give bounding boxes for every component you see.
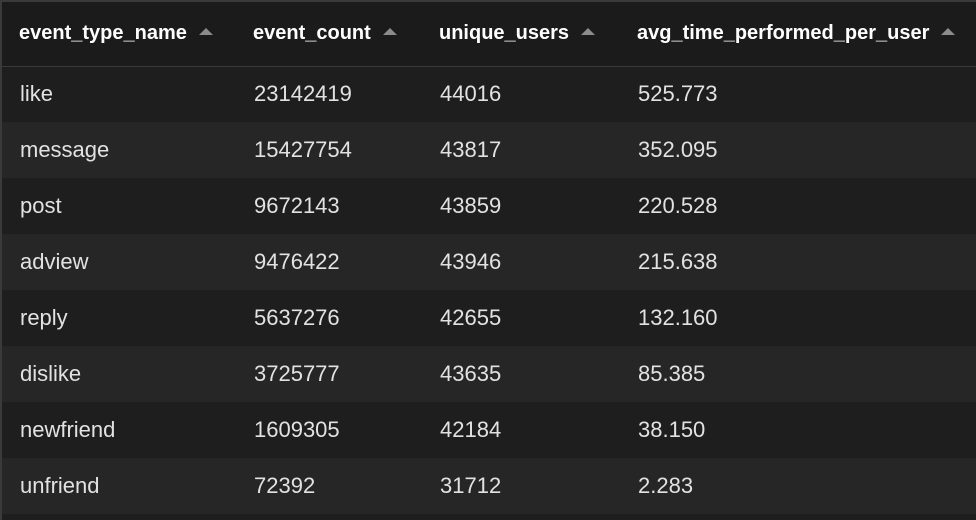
table-row: message 15427754 43817 352.095 (2, 122, 976, 178)
cell-unique-users: 42184 (440, 417, 502, 442)
cell-event-type-name: post (20, 193, 62, 218)
table-row: newfriend 1609305 42184 38.150 (2, 402, 976, 458)
column-header-unique-users[interactable]: unique_users (422, 2, 620, 66)
cell-event-type-name: newfriend (20, 417, 116, 442)
cell-avg-time: 220.528 (638, 193, 718, 218)
table-row: reply 5637276 42655 132.160 (2, 290, 976, 346)
table-body: like 23142419 44016 525.773 message 1542… (2, 66, 976, 514)
table-row: unfriend 72392 31712 2.283 (2, 458, 976, 514)
table-row: post 9672143 43859 220.528 (2, 178, 976, 234)
results-table: event_type_name event_count unique_users… (2, 2, 976, 514)
cell-unique-users: 42655 (440, 305, 502, 330)
cell-event-count: 9672143 (254, 193, 340, 218)
column-header-label: unique_users (439, 22, 570, 45)
results-table-container: event_type_name event_count unique_users… (0, 0, 976, 520)
cell-avg-time: 525.773 (638, 81, 718, 107)
column-header-label: event_count (253, 22, 371, 45)
cell-avg-time: 132.160 (638, 305, 718, 330)
column-header-avg-time-performed-per-user[interactable]: avg_time_performed_per_user (620, 2, 976, 66)
cell-event-count: 1609305 (254, 417, 340, 442)
cell-unique-users: 43817 (440, 137, 502, 162)
cell-unique-users: 31712 (440, 473, 502, 498)
table-row: like 23142419 44016 525.773 (2, 66, 976, 122)
cell-avg-time: 352.095 (638, 137, 718, 162)
table-row: adview 9476422 43946 215.638 (2, 234, 976, 290)
cell-event-type-name: dislike (20, 361, 82, 386)
cell-event-type-name: like (20, 81, 54, 107)
cell-event-type-name: adview (20, 249, 89, 274)
cell-avg-time: 85.385 (638, 361, 706, 386)
cell-avg-time: 215.638 (638, 249, 718, 274)
cell-event-count: 15427754 (254, 137, 352, 162)
cell-unique-users: 43946 (440, 249, 502, 274)
cell-event-type-name: message (20, 137, 110, 162)
cell-event-type-name: unfriend (20, 473, 100, 498)
sort-ascending-icon[interactable] (941, 28, 956, 36)
cell-event-count: 72392 (254, 473, 316, 498)
table-row: dislike 3725777 43635 85.385 (2, 346, 976, 402)
cell-avg-time: 38.150 (638, 417, 706, 442)
cell-event-count: 23142419 (254, 81, 352, 107)
column-header-label: avg_time_performed_per_user (637, 22, 930, 45)
cell-unique-users: 43859 (440, 193, 502, 218)
sort-ascending-icon[interactable] (198, 28, 213, 36)
table-header: event_type_name event_count unique_users… (2, 2, 976, 66)
sort-ascending-icon[interactable] (581, 28, 596, 36)
cell-unique-users: 44016 (440, 81, 502, 107)
header-row: event_type_name event_count unique_users… (2, 2, 976, 66)
column-header-event-type-name[interactable]: event_type_name (2, 2, 236, 66)
sort-ascending-icon[interactable] (382, 28, 397, 36)
cell-event-count: 3725777 (254, 361, 340, 386)
cell-event-count: 5637276 (254, 305, 340, 330)
column-header-event-count[interactable]: event_count (236, 2, 422, 66)
cell-event-type-name: reply (20, 305, 68, 330)
cell-unique-users: 43635 (440, 361, 502, 386)
cell-avg-time: 2.283 (638, 473, 694, 498)
cell-event-count: 9476422 (254, 249, 340, 274)
column-header-label: event_type_name (19, 22, 187, 45)
